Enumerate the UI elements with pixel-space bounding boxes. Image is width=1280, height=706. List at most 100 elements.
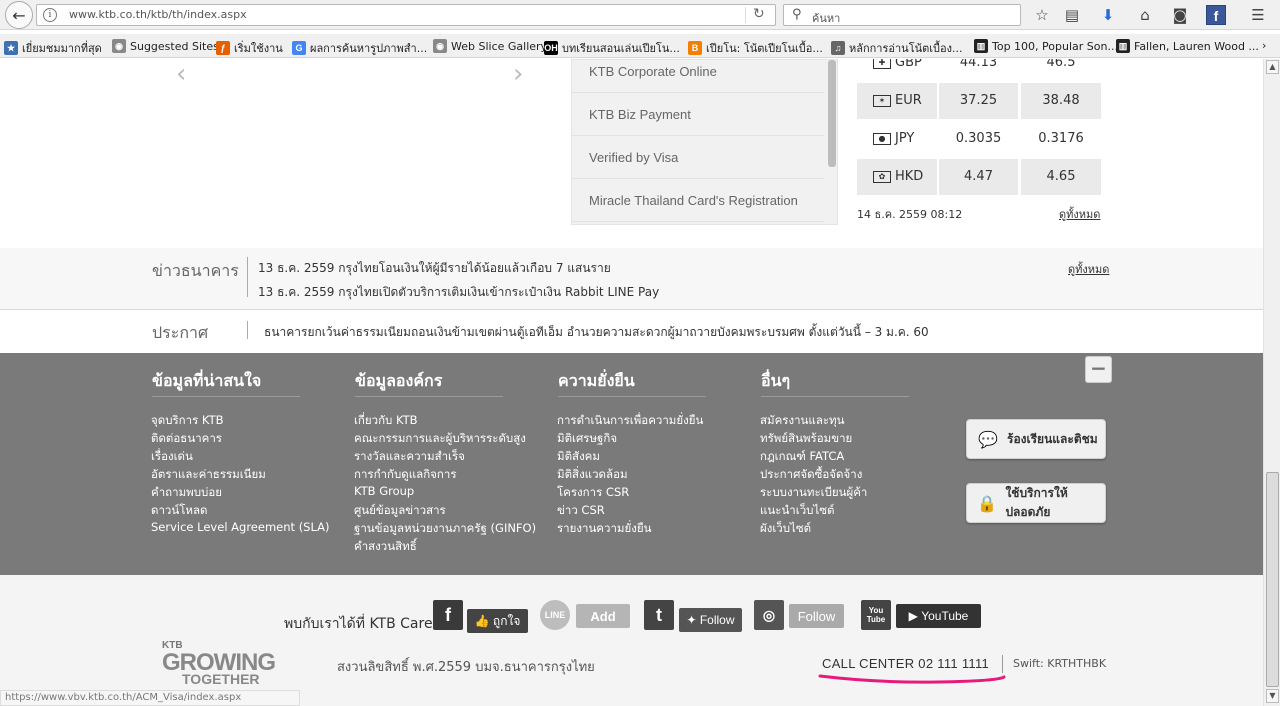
bookmark-item[interactable]: ◉ Suggested Sites	[112, 39, 219, 53]
bookmarks-overflow-icon[interactable]: ›	[1262, 39, 1266, 52]
bookmark-label: เปียโน: โน้ตเปียโนเบื้อ...	[706, 42, 823, 55]
footer-link[interactable]: ข่าว CSR	[557, 502, 605, 520]
home-icon[interactable]: ⌂	[1135, 5, 1155, 25]
footer-link[interactable]: เกี่ยวกับ KTB	[354, 412, 418, 430]
instagram-follow-button[interactable]: Follow	[789, 604, 844, 628]
bookmark-item[interactable]: G ผลการค้นหารูปภาพสำ...	[292, 39, 427, 57]
footer-link[interactable]: โครงการ CSR	[557, 484, 629, 502]
folder-icon: ★	[4, 41, 18, 55]
news-item[interactable]: 13 ธ.ค. 2559 กรุงไทยโอนเงินให้ผู้มีรายได…	[258, 259, 611, 278]
fx-date: 14 ธ.ค. 2559 08:12	[857, 208, 963, 221]
footer-link[interactable]: ศูนย์ข้อมูลข่าวสาร	[354, 502, 446, 520]
news-view-all-link[interactable]: ดูทั้งหมด	[1068, 260, 1109, 278]
youtube-social-icon[interactable]: You Tube	[861, 600, 891, 630]
bookmark-item[interactable]: ★ เยี่ยมชมมากที่สุด	[4, 39, 102, 57]
footer-link[interactable]: มิติเศรษฐกิจ	[557, 430, 617, 448]
download-icon[interactable]: ⬇	[1098, 5, 1118, 25]
facebook-like-label: ถูกใจ	[492, 613, 521, 628]
search-bar[interactable]: ⚲ ค้นหา	[783, 4, 1021, 26]
footer-link[interactable]: รางวัลและความสำเร็จ	[354, 448, 465, 466]
facebook-social-icon[interactable]: f	[433, 600, 463, 630]
fx-view-all-link[interactable]: ดูทั้งหมด	[1059, 205, 1100, 223]
footer-link[interactable]: สมัครงานและทุน	[760, 412, 844, 430]
url-text[interactable]: www.ktb.co.th/ktb/th/index.aspx	[69, 8, 247, 21]
footer-link[interactable]: ฐานข้อมูลหน่วยงานภาครัฐ (GINFO)	[354, 520, 536, 538]
info-icon[interactable]: i	[43, 8, 57, 22]
footer-column-divider	[152, 396, 300, 397]
facebook-like-button[interactable]: 👍 ถูกใจ	[467, 609, 528, 633]
footer-link[interactable]: ระบบงานทะเบียนผู้ค้า	[760, 484, 867, 502]
footer-link[interactable]: อัตราและค่าธรรมเนียม	[151, 466, 266, 484]
bookmark-item[interactable]: B เปียโน: โน้ตเปียโนเบื้อ...	[688, 39, 823, 57]
bookmark-item[interactable]: OH บทเรียนสอนเล่นเปียโน...	[544, 39, 680, 57]
service-menu-item[interactable]: Miracle Thailand Card's Registration	[572, 179, 824, 222]
twitter-social-icon[interactable]: t	[644, 600, 674, 630]
footer-link[interactable]: Service Level Agreement (SLA)	[151, 520, 330, 534]
instagram-social-icon[interactable]: ◎	[754, 600, 784, 630]
footer-link[interactable]: เรื่องเด่น	[151, 448, 193, 466]
footer-link[interactable]: คำสงวนสิทธิ์	[354, 538, 417, 556]
service-menu-item[interactable]: Verified by Visa	[572, 136, 824, 179]
carousel-next-icon[interactable]: ›	[513, 59, 523, 89]
facebook-icon[interactable]: f	[1206, 5, 1226, 25]
footer-link[interactable]: กฎเกณฑ์ FATCA	[760, 448, 844, 466]
footer-link[interactable]: KTB Group	[354, 484, 414, 498]
footer-link[interactable]: การกำกับดูแลกิจการ	[354, 466, 457, 484]
service-menu-item[interactable]: KTB Biz Payment	[572, 93, 824, 136]
search-placeholder[interactable]: ค้นหา	[812, 9, 840, 27]
star-icon[interactable]: ☆	[1032, 5, 1052, 25]
footer-link[interactable]: ทรัพย์สินพร้อมขาย	[760, 430, 852, 448]
scrollbar-thumb[interactable]	[1266, 472, 1279, 687]
footer-link[interactable]: คณะกรรมการและผู้บริหารระดับสูง	[354, 430, 526, 448]
page-viewport: ‹ › KTB Corporate Online KTB Biz Payment V…	[0, 59, 1263, 706]
news-divider	[247, 257, 248, 297]
browser-window: ← i www.ktb.co.th/ktb/th/index.aspx ↻ ⚲ …	[0, 0, 1280, 706]
footer-link[interactable]: จุดบริการ KTB	[151, 412, 224, 430]
complaint-button[interactable]: 💬 ร้องเรียนและติชม	[966, 419, 1106, 459]
back-button[interactable]: ←	[5, 1, 33, 29]
footer-link[interactable]: ประกาศจัดซื้อจัดจ้าง	[760, 466, 862, 484]
bookmark-item[interactable]: ♫ หลักการอ่านโน้ตเบื้อง...	[831, 39, 962, 57]
services-scrollbar[interactable]	[828, 60, 836, 167]
line-social-icon[interactable]: LINE	[540, 600, 570, 630]
page-scrollbar[interactable]: ▲ ▼	[1263, 59, 1280, 706]
scroll-down-icon[interactable]: ▼	[1266, 689, 1279, 703]
firefox-icon: ƒ	[216, 41, 230, 55]
news-item[interactable]: 13 ธ.ค. 2559 กรุงไทยเปิดตัวบริการเติมเงิ…	[258, 283, 659, 302]
reading-list-icon[interactable]: ▤	[1062, 5, 1082, 25]
footer-link[interactable]: มิติสังคม	[557, 448, 600, 466]
footer-column-divider	[355, 396, 503, 397]
twitter-follow-button[interactable]: ✦ Follow	[679, 608, 742, 632]
sheet-icon: ♫	[831, 41, 845, 55]
service-menu-item[interactable]: KTB Corporate Online	[572, 59, 824, 93]
announcement-text[interactable]: ธนาคารยกเว้นค่าธรรมเนียมถอนเงินข้ามเขตผ่…	[264, 323, 929, 342]
carousel-prev-icon[interactable]: ‹	[176, 59, 186, 89]
bookmark-label: บทเรียนสอนเล่นเปียโน...	[562, 42, 680, 55]
address-bar[interactable]: i www.ktb.co.th/ktb/th/index.aspx ↻	[36, 4, 776, 26]
footer-link[interactable]: ผังเว็บไซต์	[760, 520, 811, 538]
collapse-footer-button[interactable]: −	[1085, 356, 1112, 383]
reload-icon[interactable]: ↻	[753, 6, 765, 22]
bookmark-label: หลักการอ่านโน้ตเบื้อง...	[849, 42, 963, 55]
footer-link[interactable]: การดำเนินการเพื่อความยั่งยืน	[557, 412, 703, 430]
bookmark-item[interactable]: ▥ Top 100, Popular Son...	[974, 39, 1118, 53]
bookmark-item[interactable]: ▥ Fallen, Lauren Wood ...	[1116, 39, 1259, 53]
footer-link[interactable]: มิติสิ่งแวดล้อม	[557, 466, 628, 484]
safety-label: ใช้บริการให้ปลอดภัย	[1005, 486, 1068, 519]
call-center-text: CALL CENTER 02 111 1111	[822, 656, 990, 671]
pocket-icon[interactable]: ◙	[1170, 5, 1190, 25]
bookmark-item[interactable]: ƒ เริ่มใช้งาน	[216, 39, 283, 57]
safety-button[interactable]: 🔒 ใช้บริการให้ปลอดภัย	[966, 483, 1106, 523]
google-icon: G	[292, 41, 306, 55]
line-add-button[interactable]: Add	[576, 604, 630, 628]
footer-link[interactable]: แนะนำเว็บไซต์	[760, 502, 835, 520]
bookmark-item[interactable]: ◉ Web Slice Gallery	[433, 39, 547, 53]
footer-link[interactable]: ติดต่อธนาคาร	[151, 430, 222, 448]
footer-link[interactable]: คำถามพบบ่อย	[151, 484, 222, 502]
footer-link[interactable]: รายงานความยั่งยืน	[557, 520, 651, 538]
footer-link[interactable]: ดาวน์โหลด	[151, 502, 208, 520]
menu-icon[interactable]: ☰	[1248, 5, 1268, 25]
youtube-button[interactable]: ▶ YouTube	[896, 604, 981, 628]
bookmark-label: Fallen, Lauren Wood ...	[1134, 39, 1259, 53]
scroll-up-icon[interactable]: ▲	[1266, 60, 1279, 74]
